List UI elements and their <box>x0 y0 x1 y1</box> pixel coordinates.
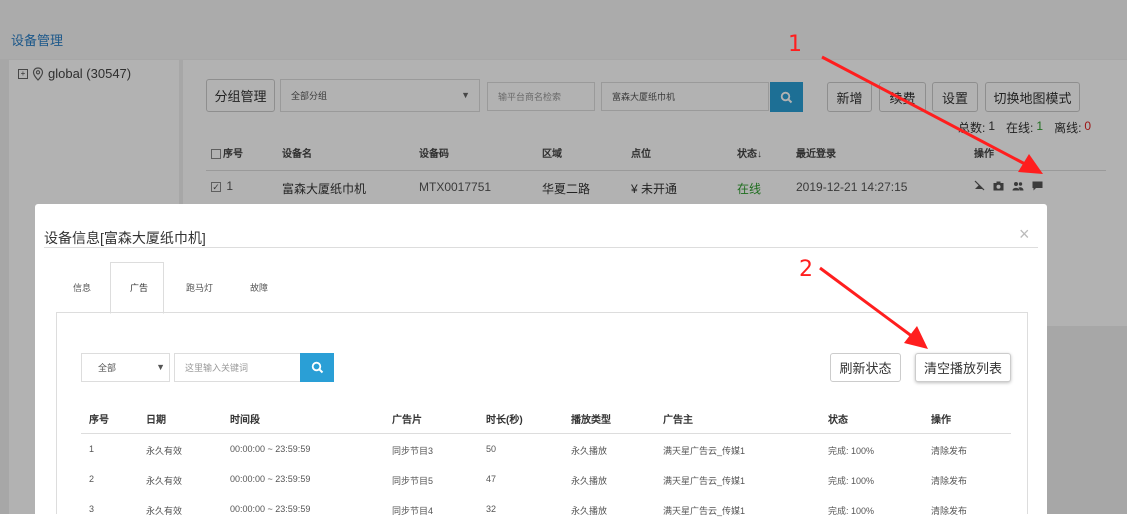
arrow-1 <box>821 55 1043 174</box>
annotation-arrows <box>819 55 1043 349</box>
arrow-2 <box>819 266 928 349</box>
